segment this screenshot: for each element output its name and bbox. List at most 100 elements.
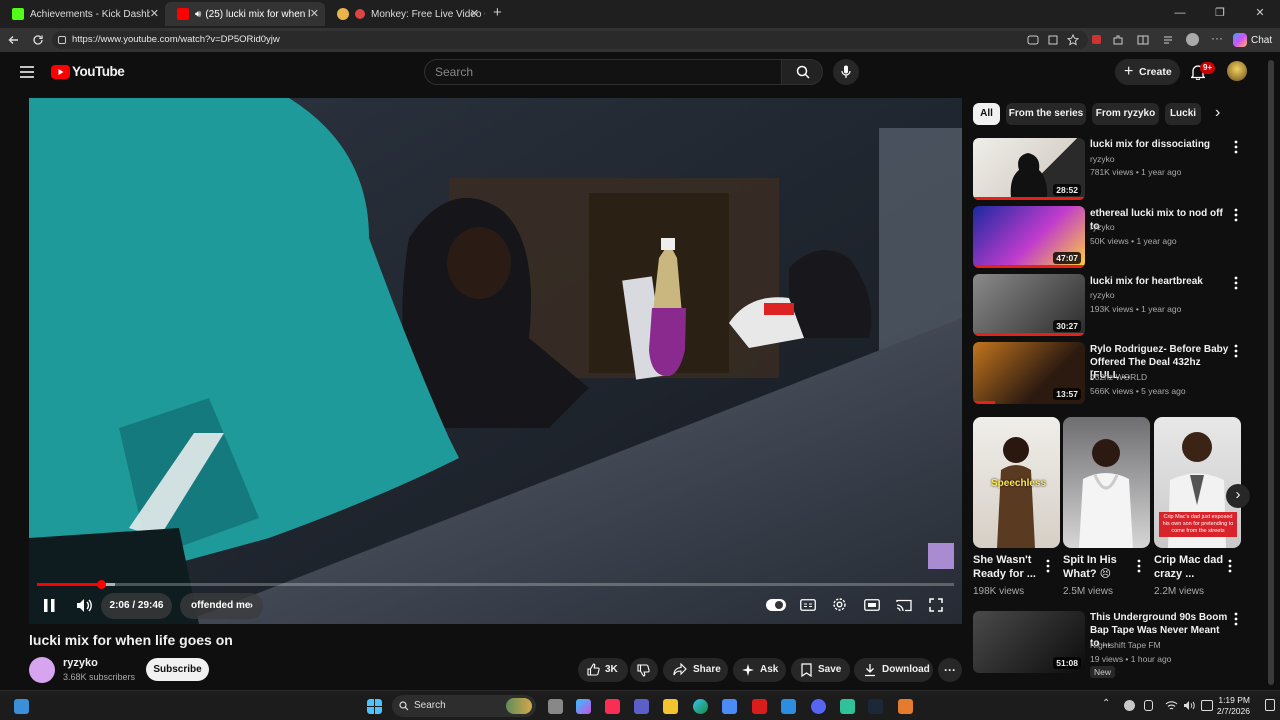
onedrive-icon[interactable] (1124, 700, 1135, 711)
l-app-icon[interactable] (752, 699, 767, 714)
short-title[interactable]: Crip Mac dad crazy ... (1154, 553, 1224, 581)
vscode-icon[interactable] (781, 699, 796, 714)
voice-search-button[interactable] (833, 59, 859, 85)
another-app-icon[interactable] (898, 699, 913, 714)
edge-browser-icon[interactable] (693, 699, 708, 714)
chip-from-ryzyko[interactable]: From ryzyko (1092, 103, 1159, 125)
like-button[interactable]: 3K (578, 658, 628, 682)
puzzle-icon[interactable] (1112, 34, 1124, 46)
active-app-icon[interactable] (840, 699, 855, 714)
pause-icon[interactable] (44, 599, 55, 612)
short-title[interactable]: She Wasn't Ready for ... (973, 553, 1043, 581)
chip-lucki[interactable]: Lucki (1165, 103, 1201, 125)
music-icon[interactable] (605, 699, 620, 714)
rec-title[interactable]: lucki mix for dissociating (1090, 138, 1230, 151)
battery-icon[interactable] (1201, 700, 1213, 711)
rec-thumbnail[interactable]: 47:07 (973, 206, 1085, 268)
close-tab-icon[interactable]: ✕ (470, 7, 479, 20)
autoplay-toggle[interactable] (766, 599, 786, 611)
volume-tray-icon[interactable] (1183, 700, 1196, 711)
rec-channel[interactable]: ryzyko (1090, 290, 1115, 300)
chips-next-chevron-icon[interactable]: › (1215, 104, 1220, 122)
rec-channel[interactable]: ryzyko (1090, 154, 1115, 164)
create-button[interactable]: + Create (1115, 59, 1180, 85)
volume-icon[interactable] (76, 598, 93, 613)
copilot-icon[interactable] (576, 699, 591, 714)
dislike-button[interactable] (630, 658, 658, 682)
rec-title[interactable]: lucki mix for heartbreak (1090, 275, 1230, 288)
subscribe-button[interactable]: Subscribe (146, 658, 209, 681)
captions-icon[interactable] (800, 599, 816, 611)
video-progress-bar[interactable] (37, 580, 954, 589)
search-button[interactable] (781, 59, 823, 85)
settings-gear-icon[interactable] (832, 597, 847, 612)
speaker-icon[interactable]: 🔊︎ (195, 9, 201, 20)
channel-name[interactable]: ryzyko (63, 657, 98, 669)
restore-button[interactable]: ❐ (1200, 0, 1240, 28)
rec-thumbnail[interactable]: 51:08 (973, 611, 1085, 673)
task-view-icon[interactable] (548, 699, 563, 714)
share-button[interactable]: Share (663, 658, 728, 682)
short-thumbnail[interactable]: Speechless (973, 417, 1060, 548)
new-tab-button[interactable]: + (493, 4, 502, 21)
minimize-button[interactable]: — (1160, 0, 1200, 28)
ask-button[interactable]: Ask (733, 658, 786, 682)
store-icon[interactable] (722, 699, 737, 714)
rec-channel[interactable]: Nightshift Tape FM (1090, 640, 1161, 650)
start-menu-icon[interactable] (367, 699, 382, 714)
save-button[interactable]: Save (791, 658, 850, 682)
widgets-icon[interactable] (14, 699, 29, 714)
tab-kick[interactable]: Achievements - Kick Dashboard ✕ (0, 2, 165, 26)
kebab-menu-icon[interactable] (1234, 208, 1238, 222)
rec-thumbnail[interactable]: 30:27 (973, 274, 1085, 336)
shorts-next-chevron-icon[interactable]: › (1226, 484, 1250, 508)
fullscreen-icon[interactable] (929, 598, 943, 612)
file-explorer-icon[interactable] (663, 699, 678, 714)
search-input[interactable]: Search (424, 59, 782, 85)
video-player[interactable] (29, 98, 962, 624)
taskbar-search-input[interactable]: Search (392, 695, 536, 717)
more-menu-icon[interactable]: ··· (1211, 31, 1223, 45)
discord-icon[interactable] (811, 699, 826, 714)
close-tab-icon[interactable]: ✕ (150, 7, 159, 20)
extension-icon[interactable] (1092, 35, 1101, 44)
kebab-menu-icon[interactable] (1137, 559, 1141, 573)
tray-chevron-icon[interactable]: ⌃ (1102, 698, 1110, 709)
kebab-menu-icon[interactable] (1234, 344, 1238, 358)
microphone-tray-icon[interactable] (1144, 700, 1153, 711)
chip-all[interactable]: All (973, 103, 1000, 125)
chip-from-the-series[interactable]: From the series (1006, 103, 1086, 125)
kebab-menu-icon[interactable] (1046, 559, 1050, 573)
extensions-icon[interactable] (1047, 34, 1059, 46)
page-scrollbar[interactable] (1268, 60, 1274, 685)
rec-thumbnail[interactable]: 28:52 (973, 138, 1085, 200)
back-icon[interactable] (8, 34, 20, 46)
notification-center-icon[interactable] (1265, 699, 1275, 711)
chapter-button[interactable]: offended me › (180, 593, 263, 619)
user-avatar[interactable] (1227, 61, 1247, 81)
short-title[interactable]: Spit In His What? 😣 (1063, 553, 1133, 581)
close-tab-icon[interactable]: ✕ (310, 7, 319, 20)
rec-channel[interactable]: ryzyko (1090, 222, 1115, 232)
cast-icon[interactable] (896, 599, 912, 612)
favorite-star-icon[interactable] (1067, 34, 1079, 46)
kebab-menu-icon[interactable] (1228, 559, 1232, 573)
rec-channel[interactable]: 432hz WORLD (1090, 372, 1147, 382)
wifi-icon[interactable] (1165, 700, 1178, 711)
short-thumbnail[interactable] (1063, 417, 1150, 548)
channel-avatar[interactable] (29, 657, 55, 683)
close-window-button[interactable]: ✕ (1240, 0, 1280, 28)
download-button[interactable]: Download (854, 658, 933, 682)
kebab-menu-icon[interactable] (1234, 276, 1238, 290)
copilot-chat-button[interactable]: Chat (1233, 31, 1272, 49)
split-screen-icon[interactable] (1137, 34, 1149, 46)
teams-icon[interactable] (634, 699, 649, 714)
kebab-menu-icon[interactable] (1234, 612, 1238, 626)
taskbar-clock[interactable]: 1:19 PM 2/7/2026 (1217, 695, 1250, 717)
short-thumbnail[interactable]: Crip Mac's dad just exposed his own son … (1154, 417, 1241, 548)
rec-thumbnail[interactable]: 13:57 (973, 342, 1085, 404)
youtube-logo[interactable]: YouTube (51, 64, 125, 79)
more-actions-icon[interactable]: ··· (938, 658, 962, 682)
refresh-icon[interactable] (32, 34, 44, 46)
tab-monkey[interactable]: Monkey: Free Live Video Chat ✕ (325, 2, 485, 26)
